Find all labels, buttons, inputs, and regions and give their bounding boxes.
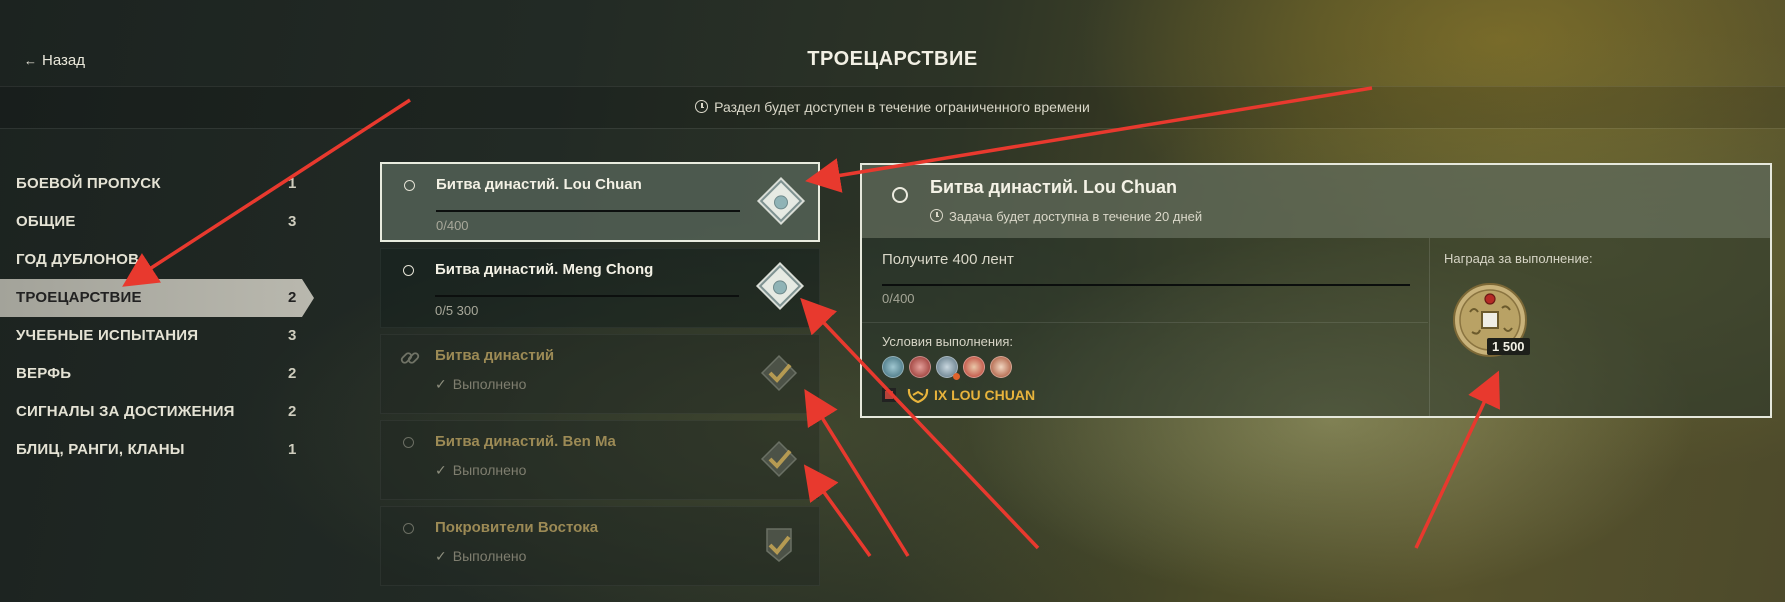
sidebar-item-label: БЛИЦ, РАНГИ, КЛАНЫ [16,441,185,458]
task-status: ✓ Выполнено [435,462,526,479]
sidebar-item-count: 2 [288,289,297,306]
completed-diamond-icon [760,440,798,478]
sidebar-item-label: УЧЕБНЫЕ ИСПЫТАНИЯ [16,327,199,344]
nation-flag-icon[interactable] [882,356,904,378]
sidebar-item-doubloon-year[interactable]: ГОД ДУБЛОНОВ [0,241,300,279]
task-card-dynasty-battle[interactable]: Битва династий ✓ Выполнено [380,334,820,414]
reward-amount: 1 500 [1487,338,1530,355]
sidebar-item-general[interactable]: ОБЩИЕ 3 [0,203,300,241]
radio-icon [403,437,414,448]
task-status-text: Выполнено [452,376,527,392]
completed-shield-icon [766,528,792,562]
sidebar-item-count: 3 [288,327,297,344]
radio-icon [403,265,414,276]
sidebar-item-three-kingdoms[interactable]: ТРОЕЦАРСТВИЕ 2 [0,279,314,317]
sidebar-item-shipyard[interactable]: ВЕРФЬ 2 [0,355,300,393]
sidebar-item-battle-pass[interactable]: БОЕВОЙ ПРОПУСК 1 [0,165,300,203]
page-title: ТРОЕЦАРСТВИЕ [807,48,978,70]
task-detail-title: Битва династий. Lou Chuan [930,177,1177,197]
task-availability-text: Задача будет доступна в течение 20 дней [949,209,1203,224]
radio-icon [892,187,908,203]
task-progress-text: 0/5 300 [435,303,479,318]
completed-diamond-icon [760,354,798,392]
nation-flag-icon[interactable] [963,356,985,378]
goal-progress-text: 0/400 [882,291,915,306]
conditions-label: Условия выполнения: [882,334,1013,349]
sidebar-item-blitz-ranks-clans[interactable]: БЛИЦ, РАНГИ, КЛАНЫ 1 [0,431,300,469]
nation-flag-icon[interactable] [909,356,931,378]
nation-flag-icon[interactable] [936,356,960,380]
reward-label: Награда за выполнение: [1444,251,1593,266]
dot-icon [953,373,960,380]
task-detail-header: Битва династий. Lou Chuan Задача будет д… [862,165,1770,238]
sidebar-item-count: 2 [288,403,297,420]
task-card-ben-ma[interactable]: Битва династий. Ben Ma ✓ Выполнено [380,420,820,500]
clock-icon [930,209,943,222]
task-name: Битва династий. Lou Chuan [436,176,642,193]
radio-icon [404,180,415,191]
sidebar-item-label: СИГНАЛЫ ЗА ДОСТИЖЕНИЯ [16,403,235,420]
sidebar-item-label: ГОД ДУБЛОНОВ [16,251,140,268]
nation-flag-icon[interactable] [990,356,1012,378]
divider [0,128,1785,129]
notice-text: Раздел будет доступен в течение ограниче… [714,99,1090,115]
sidebar-item-achievement-signals[interactable]: СИГНАЛЫ ЗА ДОСТИЖЕНИЯ 2 [0,393,300,431]
radio-icon [403,523,414,534]
task-status-text: Выполнено [452,462,527,478]
task-requirements: Получите 400 лент 0/400 Условия выполнен… [862,238,1428,416]
task-availability: Задача будет доступна в течение 20 дней [930,209,1202,224]
time-limit-notice: Раздел будет доступен в течение ограниче… [0,99,1785,115]
task-detail-panel: Битва династий. Lou Chuan Задача будет д… [860,163,1772,418]
sidebar-item-count: 2 [288,365,297,382]
sidebar-item-label: ОБЩИЕ [16,213,76,230]
ship-requirement: IX LOU CHUAN [882,386,1035,410]
task-progress-bar [435,295,739,297]
top-bar: ← Назад ТРОЕЦАРСТВИЕ [0,0,1785,86]
task-goal: Получите 400 лент [882,251,1014,268]
check-icon: ✓ [435,462,447,478]
divider [0,86,1785,87]
task-card-lou-chuan[interactable]: Битва династий. Lou Chuan 0/400 [380,162,820,242]
sidebar-item-count: 1 [288,441,297,458]
task-status: ✓ Выполнено [435,376,526,393]
task-progress-bar [436,210,740,212]
diamond-badge-icon [758,264,802,308]
ship-name: IX LOU CHUAN [934,387,1036,403]
goal-progress-bar [882,284,1410,286]
check-icon: ✓ [435,376,447,392]
divider [862,322,1428,323]
check-icon: ✓ [435,548,447,564]
sidebar-item-label: БОЕВОЙ ПРОПУСК [16,175,161,192]
clock-icon [695,100,709,113]
task-card-meng-chong[interactable]: Битва династий. Meng Chong 0/5 300 [380,248,820,328]
task-reward: Награда за выполнение: 1 500 [1429,238,1771,416]
sidebar-item-label: ВЕРФЬ [16,365,72,382]
task-progress-text: 0/400 [436,218,469,233]
sidebar-item-count: 3 [288,213,297,230]
task-name: Покровители Востока [435,519,599,536]
task-status: ✓ Выполнено [435,548,526,565]
sidebar-item-training-trials[interactable]: УЧЕБНЫЕ ИСПЫТАНИЯ 3 [0,317,300,355]
sidebar-item-label: ТРОЕЦАРСТВИЕ [16,289,142,306]
task-status-text: Выполнено [452,548,527,564]
nation-icons [882,356,1017,380]
category-sidebar: БОЕВОЙ ПРОПУСК 1 ОБЩИЕ 3 ГОД ДУБЛОНОВ ТР… [0,165,320,469]
task-name: Битва династий. Meng Chong [435,261,654,278]
annotation-arrow [804,389,910,557]
task-name: Битва династий [435,347,555,364]
sidebar-item-count: 1 [288,175,297,192]
wreath-icon [907,388,929,404]
task-card-eastern-patrons[interactable]: Покровители Востока ✓ Выполнено [380,506,820,586]
chain-link-icon [400,352,420,364]
nation-flag-icon [882,388,896,402]
diamond-badge-icon [759,179,803,223]
task-name: Битва династий. Ben Ma [435,433,616,450]
